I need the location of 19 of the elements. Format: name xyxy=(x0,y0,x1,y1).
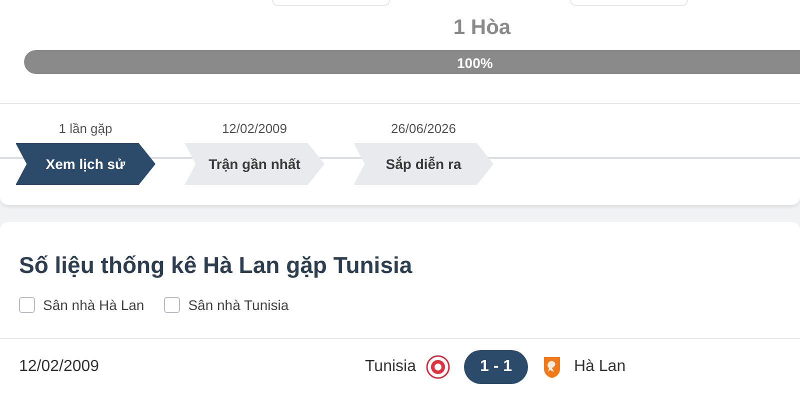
step-caption: 12/02/2009 xyxy=(222,120,288,138)
step-tab[interactable]: Trận gần nhất xyxy=(184,143,324,185)
step-tab[interactable]: Xem lịch sử xyxy=(16,143,156,185)
checkbox-label: Sân nhà Hà Lan xyxy=(43,296,144,314)
draws-count: 1 Hòa xyxy=(453,15,511,41)
step-caption: 26/06/2026 xyxy=(390,120,456,138)
crest-icon xyxy=(426,354,450,378)
step-caption: 1 lần gặp xyxy=(58,120,112,138)
checkbox[interactable] xyxy=(19,297,35,313)
stats-title: Số liệu thống kê Hà Lan gặp Tunisia xyxy=(19,251,414,280)
checkbox-label: Sân nhà Tunisia xyxy=(188,296,289,314)
step-tab[interactable]: Sắp diễn ra xyxy=(354,143,494,185)
lion-shield-icon xyxy=(542,354,562,378)
home-team: Tunisia xyxy=(365,356,416,376)
checkbox[interactable] xyxy=(164,297,180,313)
score-badge: 1 - 1 xyxy=(464,350,528,384)
away-team: Hà Lan xyxy=(574,356,626,376)
match-date: 12/02/2009 xyxy=(19,356,100,376)
progress-reading: 100% xyxy=(457,54,493,72)
